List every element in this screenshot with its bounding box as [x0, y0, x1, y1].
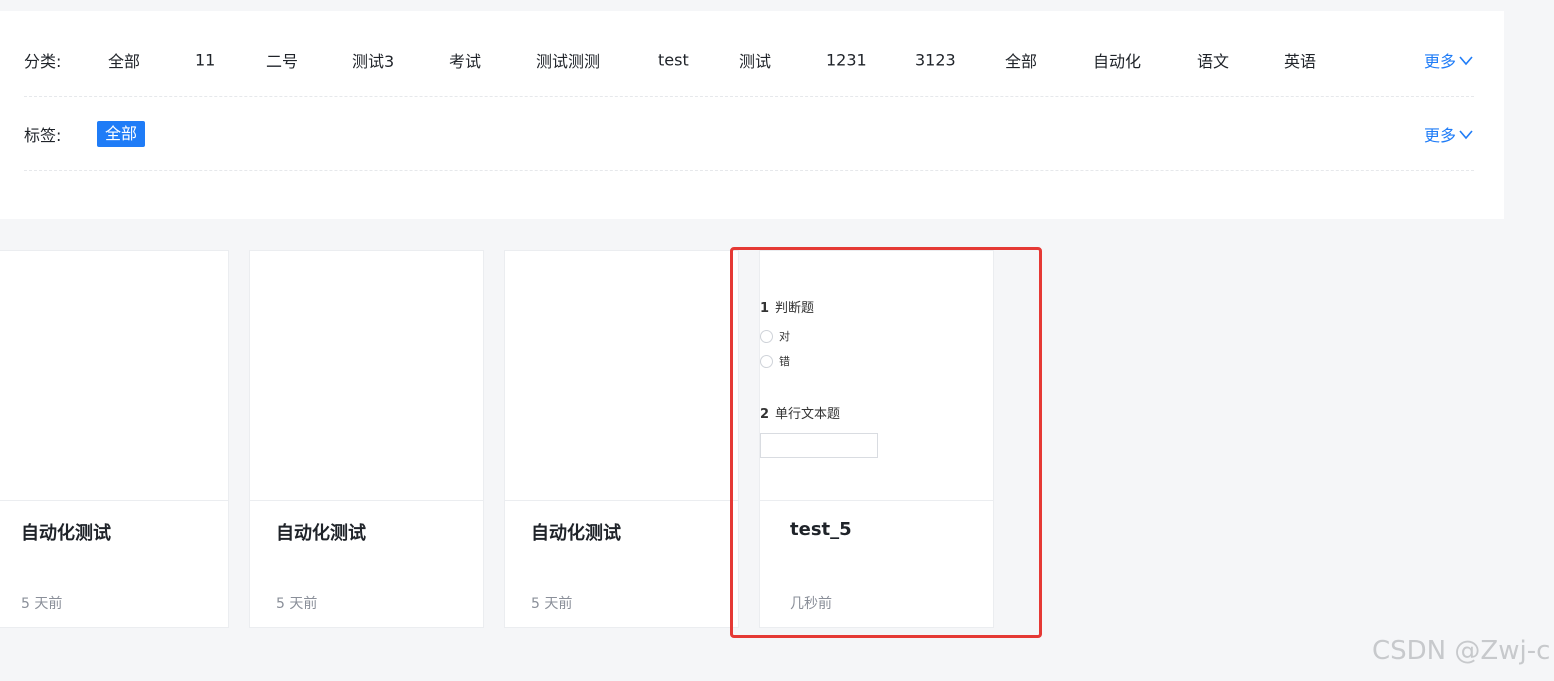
- category-item[interactable]: 全部: [108, 48, 140, 72]
- category-item[interactable]: 测试测测: [536, 48, 600, 72]
- category-item[interactable]: 英语: [1284, 48, 1316, 72]
- category-item[interactable]: 11: [195, 50, 215, 69]
- card-time: 5 天前: [276, 596, 318, 612]
- card-time: 几秒前: [790, 596, 832, 612]
- card-preview: 1 判断题 对 错 2 单行文本题: [760, 251, 993, 501]
- radio-button: [760, 329, 773, 343]
- category-item[interactable]: 测试3: [352, 48, 394, 72]
- radio-option: 错: [760, 353, 790, 369]
- question-title: 判断题: [775, 301, 815, 316]
- survey-card[interactable]: 自动化测试 5 天前: [504, 250, 739, 628]
- question-number: 1: [760, 301, 770, 316]
- chevron-down-icon: [1459, 129, 1473, 139]
- category-item[interactable]: 考试: [449, 48, 481, 72]
- card-title: 自动化测试: [531, 523, 621, 544]
- category-more-link[interactable]: 更多: [1424, 48, 1474, 72]
- radio-button: [760, 354, 773, 368]
- survey-card[interactable]: 自动化测试 5 天前: [0, 250, 229, 628]
- tag-item-active[interactable]: 全部: [97, 120, 146, 147]
- watermark: CSDN @Zwj-c: [1372, 636, 1551, 666]
- category-more-label: 更多: [1423, 51, 1456, 71]
- question-number: 2: [760, 407, 770, 422]
- option-label: 对: [779, 330, 790, 343]
- category-item[interactable]: 1231: [826, 50, 867, 69]
- card-title: 自动化测试: [21, 523, 111, 544]
- text-input-preview: [760, 433, 878, 458]
- chevron-down-icon: [1459, 55, 1473, 65]
- question-2: 2 单行文本题: [760, 403, 840, 422]
- card-preview: [505, 251, 738, 501]
- category-item[interactable]: 测试: [739, 48, 771, 72]
- category-item[interactable]: test: [658, 50, 689, 69]
- tag-filter-row: 标签: 全部 更多: [24, 97, 1474, 171]
- category-item[interactable]: 自动化: [1093, 48, 1141, 72]
- category-item[interactable]: 语文: [1197, 48, 1229, 72]
- card-preview: [0, 251, 228, 501]
- question-title: 单行文本题: [775, 407, 841, 422]
- card-preview: [250, 251, 483, 501]
- option-label: 错: [779, 355, 790, 368]
- tag-label: 标签:: [24, 125, 62, 145]
- category-item[interactable]: 3123: [915, 50, 956, 69]
- category-label: 分类:: [24, 51, 62, 71]
- filter-panel: 分类: 全部 11 二号 测试3 考试 测试测测 test 测试 1231 31…: [0, 11, 1504, 219]
- survey-card[interactable]: 自动化测试 5 天前: [249, 250, 484, 628]
- card-title: 自动化测试: [276, 523, 366, 544]
- category-item[interactable]: 二号: [266, 48, 298, 72]
- tag-more-link[interactable]: 更多: [1424, 122, 1474, 146]
- category-filter-row: 分类: 全部 11 二号 测试3 考试 测试测测 test 测试 1231 31…: [24, 23, 1474, 97]
- survey-card[interactable]: 1 判断题 对 错 2 单行文本题 test_5 几秒前: [759, 250, 994, 628]
- question-1: 1 判断题: [760, 297, 814, 316]
- card-title: test_5: [790, 519, 852, 540]
- radio-option: 对: [760, 328, 790, 344]
- category-item[interactable]: 全部: [1005, 48, 1037, 72]
- card-time: 5 天前: [531, 596, 573, 612]
- card-time: 5 天前: [21, 596, 63, 612]
- tag-more-label: 更多: [1423, 125, 1456, 145]
